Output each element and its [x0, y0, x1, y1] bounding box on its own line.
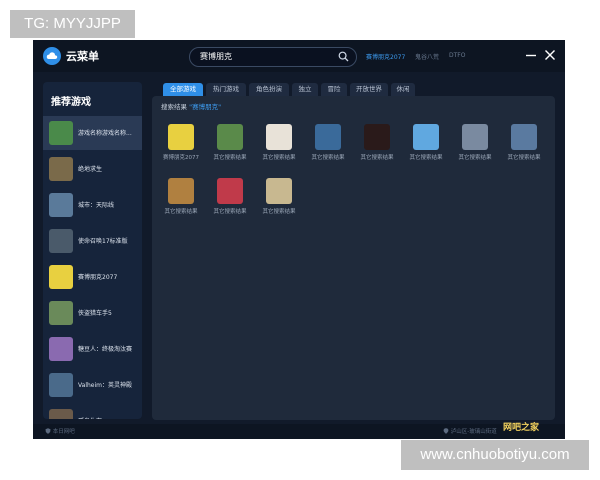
sidebar-item-label: 孤岛生存...: [78, 416, 140, 419]
game-thumbnail: [49, 121, 73, 145]
search-icon[interactable]: [338, 51, 349, 62]
tab[interactable]: 独立: [292, 83, 318, 96]
search-result-label: 其它搜索结果: [213, 209, 247, 215]
tab[interactable]: 角色扮演: [249, 83, 289, 96]
close-icon[interactable]: [544, 48, 556, 62]
app-name: 云菜单: [66, 50, 99, 63]
game-thumbnail: [364, 124, 390, 150]
status-left-label: 本日网吧: [52, 429, 75, 435]
sidebar-item-label: 绝地求生: [78, 166, 103, 173]
sidebar-item[interactable]: 赛博朋克2077: [43, 260, 142, 294]
game-thumbnail: [168, 124, 194, 150]
app-window: 云菜单 赛博朋克 赛博朋克2077 鬼谷八荒 DTFO 推荐游戏 游戏名称游戏名…: [33, 40, 565, 439]
search-result-label: 其它搜索结果: [262, 155, 296, 161]
sidebar-item[interactable]: 绝地求生: [43, 152, 142, 186]
sidebar-item[interactable]: 孤岛生存...: [43, 404, 142, 419]
game-thumbnail: [49, 409, 73, 419]
status-right-label: 泸山区-玻璃山街道: [450, 429, 497, 435]
search-result-label: 其它搜索结果: [507, 155, 541, 161]
game-thumbnail: [511, 124, 537, 150]
search-result-label: 其它搜索结果: [409, 155, 443, 161]
tab[interactable]: 全部游戏: [163, 83, 203, 96]
game-thumbnail: [49, 229, 73, 253]
hot-search-link[interactable]: 赛博朋克2077: [366, 52, 405, 61]
minimize-icon[interactable]: [525, 48, 537, 62]
game-thumbnail: [49, 373, 73, 397]
game-thumbnail: [49, 301, 73, 325]
search-result-item[interactable]: 其它搜索结果: [256, 178, 302, 226]
sidebar-item-label: 赛博朋克2077: [78, 274, 118, 281]
search-result-label: 其它搜索结果: [213, 155, 247, 161]
search-result-item[interactable]: 赛博朋克2077: [158, 124, 204, 172]
game-thumbnail: [217, 124, 243, 150]
search-input[interactable]: 赛博朋克: [189, 47, 357, 67]
corner-logo: 网吧之家: [503, 423, 540, 433]
game-thumbnail: [49, 337, 73, 361]
sidebar-item-label: 侠盗猎车手5: [78, 310, 112, 317]
sidebar-item-label: 使命召唤17标准版: [78, 238, 128, 245]
search-result-label: 其它搜索结果: [458, 155, 492, 161]
sidebar-item-label: Valheim：英灵神殿: [78, 382, 132, 389]
sidebar-item[interactable]: 城市：天际线: [43, 188, 142, 222]
game-thumbnail: [266, 178, 292, 204]
sidebar-title: 推荐游戏: [51, 97, 91, 108]
game-thumbnail: [217, 178, 243, 204]
game-thumbnail: [413, 124, 439, 150]
game-thumbnail: [49, 193, 73, 217]
search-result-label: 其它搜索结果: [164, 209, 198, 215]
results-prefix: 搜索结果: [161, 103, 187, 111]
recommended-sidebar: 推荐游戏 游戏名称游戏名称... 绝地求生城市：天际线使命召唤17标准版 赛博朋克2…: [43, 82, 142, 419]
sidebar-item[interactable]: 糖豆人：终极淘汰赛: [43, 332, 142, 366]
title-bar: 云菜单 赛博朋克 赛博朋克2077 鬼谷八荒 DTFO: [33, 40, 565, 72]
game-thumbnail: [49, 157, 73, 181]
search-result-item[interactable]: 其它搜索结果: [207, 124, 253, 172]
sidebar-item[interactable]: 游戏名称游戏名称...: [43, 116, 142, 150]
tab[interactable]: 开放世界: [350, 83, 388, 96]
game-thumbnail: [49, 265, 73, 289]
search-result-item[interactable]: 其它搜索结果: [403, 124, 449, 172]
sidebar-item-label: 游戏名称游戏名称...: [78, 130, 132, 137]
search-value: 赛博朋克: [200, 52, 232, 61]
sidebar-item[interactable]: 使命召唤17标准版: [43, 224, 142, 258]
search-result-label: 其它搜索结果: [360, 155, 394, 161]
cloud-logo-icon: [43, 47, 61, 65]
status-bar: 本日网吧 泸山区-玻璃山街道: [33, 424, 565, 439]
search-result-label: 其它搜索结果: [311, 155, 345, 161]
tab[interactable]: 休闲: [391, 83, 415, 96]
search-result-item[interactable]: 其它搜索结果: [354, 124, 400, 172]
tab[interactable]: 冒险: [321, 83, 347, 96]
status-right-text: 泸山区-玻璃山街道: [443, 427, 497, 435]
sidebar-item[interactable]: 侠盗猎车手5: [43, 296, 142, 330]
hot-search-link[interactable]: 鬼谷八荒: [415, 52, 439, 61]
search-result-item[interactable]: 其它搜索结果: [452, 124, 498, 172]
search-result-item[interactable]: 其它搜索结果: [256, 124, 302, 172]
search-result-label: 赛博朋克2077: [163, 155, 199, 161]
search-result-label: 其它搜索结果: [262, 209, 296, 215]
search-results-panel: 搜索结果 "赛博朋克" 赛博朋克2077 其它搜索结果 其它搜索结果 其它搜索结果 其它…: [152, 96, 555, 420]
sidebar-item[interactable]: Valheim：英灵神殿: [43, 368, 142, 402]
game-thumbnail: [168, 178, 194, 204]
shield-icon: [45, 428, 51, 434]
watermark-bottom: www.cnhuobotiyu.com: [401, 440, 589, 470]
results-label: 搜索结果 "赛博朋克": [161, 101, 221, 111]
sidebar-item-label: 糖豆人：终极淘汰赛: [78, 346, 133, 353]
search-result-item[interactable]: 其它搜索结果: [207, 178, 253, 226]
sidebar-item-label: 城市：天际线: [78, 202, 115, 209]
watermark-top: TG: MYYJJPP: [10, 10, 135, 38]
location-pin-icon: [443, 428, 449, 434]
status-left-text: 本日网吧: [45, 427, 75, 435]
tab[interactable]: 热门游戏: [206, 83, 246, 96]
search-result-item[interactable]: 其它搜索结果: [501, 124, 547, 172]
game-thumbnail: [462, 124, 488, 150]
hot-search-link[interactable]: DTFO: [449, 52, 465, 59]
search-result-item[interactable]: 其它搜索结果: [158, 178, 204, 226]
search-result-item[interactable]: 其它搜索结果: [305, 124, 351, 172]
game-thumbnail: [315, 124, 341, 150]
game-thumbnail: [266, 124, 292, 150]
results-query: "赛博朋克": [189, 103, 222, 111]
